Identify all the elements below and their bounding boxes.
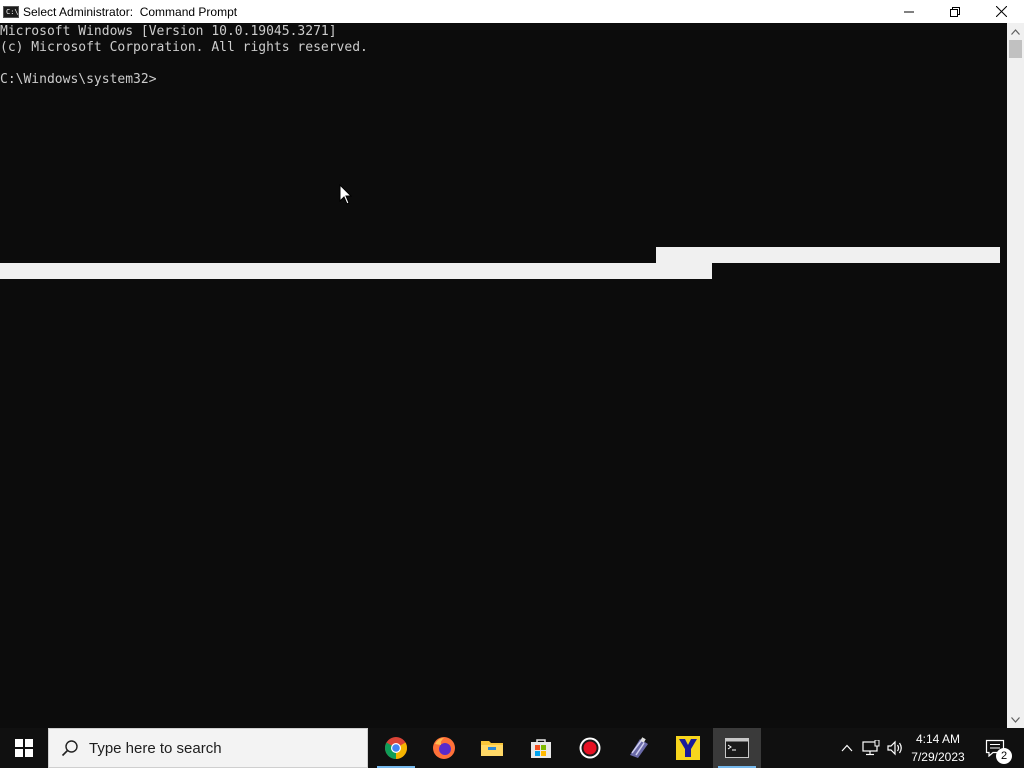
windows-logo-icon <box>15 739 33 757</box>
search-icon <box>61 740 78 757</box>
mouse-cursor-icon <box>339 184 353 205</box>
taskbar-app-firefox[interactable] <box>420 728 468 768</box>
firefox-icon <box>433 737 455 759</box>
scroll-up-button[interactable] <box>1007 23 1024 40</box>
video-editor-icon <box>630 737 648 758</box>
selection-highlight <box>0 263 712 279</box>
notification-center-button[interactable]: 2 <box>980 728 1012 768</box>
chrome-icon <box>385 737 407 759</box>
taskbar-app-screen-recorder[interactable] <box>566 728 614 768</box>
network-tray-button[interactable] <box>860 728 882 768</box>
taskbar-app-file-explorer[interactable] <box>468 728 516 768</box>
taskbar-app-video-editor[interactable] <box>615 728 663 768</box>
taskbar-app-y[interactable] <box>664 728 712 768</box>
chevron-up-icon <box>841 744 853 752</box>
taskbar-clock[interactable]: 4:14 AM 7/29/2023 <box>902 728 974 768</box>
window-controls <box>886 0 1024 23</box>
clock-date: 7/29/2023 <box>911 750 965 764</box>
restore-button[interactable] <box>932 0 978 23</box>
show-hidden-icons-button[interactable] <box>836 728 858 768</box>
minimize-icon <box>904 11 914 12</box>
console-line: Microsoft Windows [Version 10.0.19045.32… <box>0 24 337 39</box>
command-prompt-app-icon[interactable]: C:\ <box>3 5 19 18</box>
window-title: Select Administrator: Command Prompt <box>23 4 238 19</box>
console-line: (c) Microsoft Corporation. All rights re… <box>0 40 368 55</box>
file-explorer-icon <box>481 741 503 756</box>
scroll-down-button[interactable] <box>1007 711 1024 728</box>
microsoft-store-icon <box>531 739 551 758</box>
clock-time: 4:14 AM <box>915 732 961 746</box>
console-output[interactable]: Microsoft Windows [Version 10.0.19045.32… <box>0 23 1007 728</box>
scrollbar-thumb[interactable] <box>1009 40 1022 58</box>
screen-recorder-icon <box>579 737 601 759</box>
notification-count-badge: 2 <box>996 748 1012 764</box>
chevron-down-icon <box>1011 716 1020 723</box>
command-prompt-icon <box>725 738 749 758</box>
y-app-icon <box>676 736 700 760</box>
minimize-button[interactable] <box>886 0 932 23</box>
title-bar[interactable]: C:\ Select Administrator: Command Prompt <box>0 0 1024 23</box>
taskbar-app-chrome[interactable] <box>372 728 420 768</box>
restore-icon <box>950 6 960 17</box>
taskbar-app-microsoft-store[interactable] <box>517 728 565 768</box>
taskbar: Type here to search 4:14 AM 7/29/2023 2 <box>0 728 1024 768</box>
command-prompt-line: C:\Windows\system32> <box>0 72 157 87</box>
network-icon <box>862 740 880 756</box>
search-placeholder: Type here to search <box>89 739 222 757</box>
chevron-up-icon <box>1011 28 1020 35</box>
close-button[interactable] <box>978 0 1024 23</box>
close-icon <box>995 6 1007 17</box>
vertical-scrollbar[interactable] <box>1007 23 1024 728</box>
taskbar-search-box[interactable]: Type here to search <box>48 728 368 768</box>
taskbar-app-command-prompt[interactable] <box>713 728 761 768</box>
selection-highlight <box>656 247 1000 263</box>
start-button[interactable] <box>0 728 48 768</box>
